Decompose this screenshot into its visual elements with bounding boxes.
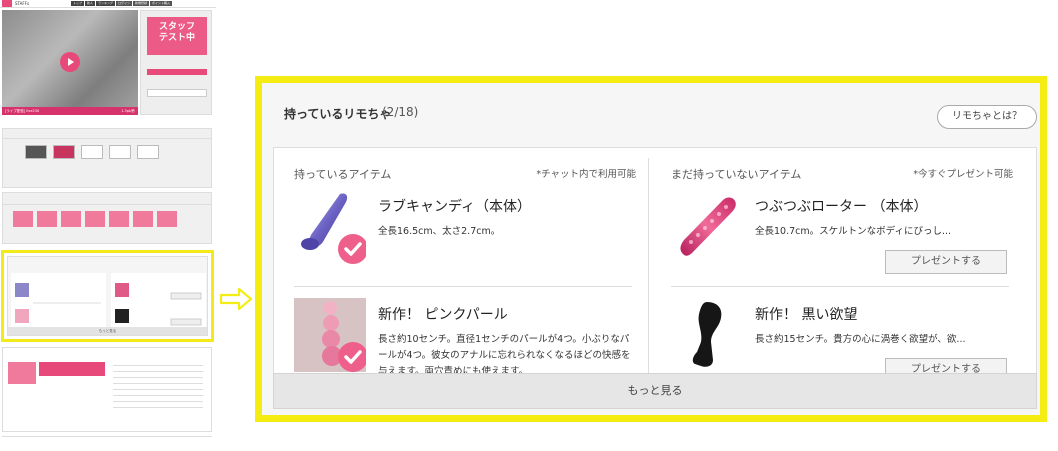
mini-thumb[interactable] bbox=[109, 145, 131, 159]
mini-thumb[interactable] bbox=[25, 145, 47, 159]
owned-header: 持っているアイテム *チャット内で利用可能 bbox=[294, 166, 636, 182]
not-owned-title: まだ持っていないアイテム bbox=[671, 168, 802, 181]
mini-staff-line2: テスト中 bbox=[158, 33, 195, 43]
highlight-frame: 持っているリモちゃ (2/18) リモちゃとは？ 持っているアイテム *チャット… bbox=[255, 76, 1047, 422]
mini-highlight-box: もっと見る bbox=[1, 250, 214, 342]
mini-thumbnails-panel bbox=[2, 128, 212, 188]
mini-footer bbox=[2, 436, 212, 448]
mini-site-name: STAFFs bbox=[15, 1, 30, 6]
page-thumbnail: STAFFs トップ 新人 ランキング ログイン 新規登録 ポイント購入 [ライ… bbox=[0, 0, 216, 451]
mini-staff-thumb[interactable] bbox=[133, 211, 153, 227]
not-owned-header: まだ持っていないアイテム *今すぐプレゼント可能 bbox=[671, 166, 1013, 182]
item-name: 新作！ ピンクパール bbox=[378, 307, 508, 323]
item-description: 全長10.7cm。スケルトンなボディにびっし... bbox=[755, 226, 952, 237]
not-owned-note: *今すぐプレゼント可能 bbox=[913, 169, 1013, 180]
play-icon[interactable] bbox=[60, 52, 80, 72]
owned-item[interactable]: ラブキャンディ（本体） 全長16.5cm、太さ2.7cm。 bbox=[294, 190, 632, 285]
mini-staff-panel bbox=[2, 192, 212, 244]
item-name: 新作！ 黒い欲望 bbox=[755, 307, 858, 323]
item-image bbox=[294, 298, 366, 372]
mini-nav-item[interactable]: 新人 bbox=[85, 1, 96, 6]
owned-title: 持っているアイテム bbox=[294, 168, 392, 181]
mini-staff-thumb[interactable] bbox=[13, 211, 33, 227]
item-description: 長さ約15センチ。貴方の心に渦巻く欲望が、欲... bbox=[755, 334, 966, 345]
column-divider bbox=[648, 158, 649, 378]
mini-thumb[interactable] bbox=[53, 145, 75, 159]
mini-nav-item[interactable]: 新規登録 bbox=[132, 1, 149, 6]
mini-staff-logo: スタッフ テスト中 bbox=[147, 17, 207, 55]
mini-staff-thumb[interactable] bbox=[85, 211, 105, 227]
mini-owned-card bbox=[11, 273, 106, 335]
item-count: (2/18) bbox=[382, 105, 419, 119]
black-toy-icon bbox=[692, 302, 722, 367]
mini-nav-item[interactable]: トップ bbox=[71, 1, 85, 6]
owned-items-column: 持っているアイテム *チャット内で利用可能 ラブキャンディ（本体） 全長16.5… bbox=[282, 148, 647, 380]
pink-rotor-icon bbox=[680, 197, 736, 256]
mini-nav-item[interactable]: ログイン bbox=[115, 1, 132, 6]
mini-remocha-panel: もっと見る bbox=[7, 256, 208, 336]
mini-video-status-bar: [ライブ配信] live230 1.3pt/秒 bbox=[2, 107, 138, 115]
mini-thumb[interactable] bbox=[81, 145, 103, 159]
mini-video-time: 1.3pt/秒 bbox=[121, 109, 135, 113]
mini-staff-thumb[interactable] bbox=[37, 211, 57, 227]
item-image bbox=[671, 298, 743, 372]
mini-staff-thumb[interactable] bbox=[109, 211, 129, 227]
mini-more-label[interactable]: もっと見る bbox=[8, 327, 207, 335]
item-name: ラブキャンディ（本体） bbox=[378, 199, 532, 215]
mini-video-status: [ライブ配信] live230 bbox=[5, 109, 40, 113]
what-is-remocha-button[interactable]: リモちゃとは？ bbox=[937, 105, 1037, 129]
mini-nav-item[interactable]: ポイント購入 bbox=[149, 1, 172, 6]
mini-items-icon bbox=[15, 283, 101, 323]
items-content: 持っているアイテム *チャット内で利用可能 ラブキャンディ（本体） 全長16.5… bbox=[273, 147, 1037, 409]
mini-staff-side: スタッフ テスト中 bbox=[140, 10, 212, 115]
more-button[interactable]: もっと見る bbox=[273, 373, 1037, 409]
present-button[interactable]: プレゼントする bbox=[885, 250, 1007, 274]
mini-header: STAFFs トップ 新人 ランキング ログイン 新規登録 ポイント購入 bbox=[0, 0, 216, 8]
item-separator bbox=[294, 286, 632, 287]
mini-staff-line1: スタッフ bbox=[158, 22, 195, 32]
mini-profile-image bbox=[8, 362, 36, 384]
owned-check-icon bbox=[338, 234, 366, 264]
mini-profile-panel bbox=[2, 347, 212, 432]
owned-check-icon bbox=[338, 342, 366, 372]
owned-note: *チャット内で利用可能 bbox=[536, 169, 636, 180]
mini-items-icon bbox=[115, 283, 202, 326]
panel-header: 持っているリモちゃ (2/18) リモちゃとは？ bbox=[262, 83, 1040, 143]
mini-below-video bbox=[2, 116, 212, 126]
mini-video-player[interactable]: [ライブ配信] live230 1.3pt/秒 bbox=[2, 10, 138, 115]
mini-staff-thumb[interactable] bbox=[157, 211, 177, 227]
mini-logo bbox=[2, 0, 12, 7]
mini-notowned-card bbox=[111, 273, 206, 335]
mini-thumb[interactable] bbox=[137, 145, 159, 159]
not-owned-items-column: まだ持っていないアイテム *今すぐプレゼント可能 つぶつぶローター （本体） 全… bbox=[659, 148, 1024, 382]
mini-profile-lines bbox=[113, 360, 203, 413]
item-image bbox=[294, 190, 366, 264]
page-title: 持っているリモちゃ bbox=[284, 107, 392, 121]
item-description: 全長16.5cm、太さ2.7cm。 bbox=[378, 226, 501, 237]
mini-input[interactable] bbox=[147, 89, 207, 97]
right-arrow-icon bbox=[219, 287, 253, 311]
mini-staff-thumb[interactable] bbox=[61, 211, 81, 227]
remocha-panel: 持っているリモちゃ (2/18) リモちゃとは？ 持っているアイテム *チャット… bbox=[262, 83, 1040, 415]
item-name: つぶつぶローター （本体） bbox=[755, 199, 928, 215]
not-owned-item: つぶつぶローター （本体） 全長10.7cm。スケルトンなボディにびっし... … bbox=[671, 190, 1009, 285]
screenshot-root: STAFFs トップ 新人 ランキング ログイン 新規登録 ポイント購入 [ライ… bbox=[0, 0, 1058, 451]
mini-profile-bar bbox=[39, 362, 105, 376]
mini-staff-button[interactable] bbox=[147, 69, 207, 75]
item-image bbox=[671, 190, 743, 264]
item-separator bbox=[671, 286, 1009, 287]
mini-nav-item[interactable]: ランキング bbox=[96, 1, 115, 6]
